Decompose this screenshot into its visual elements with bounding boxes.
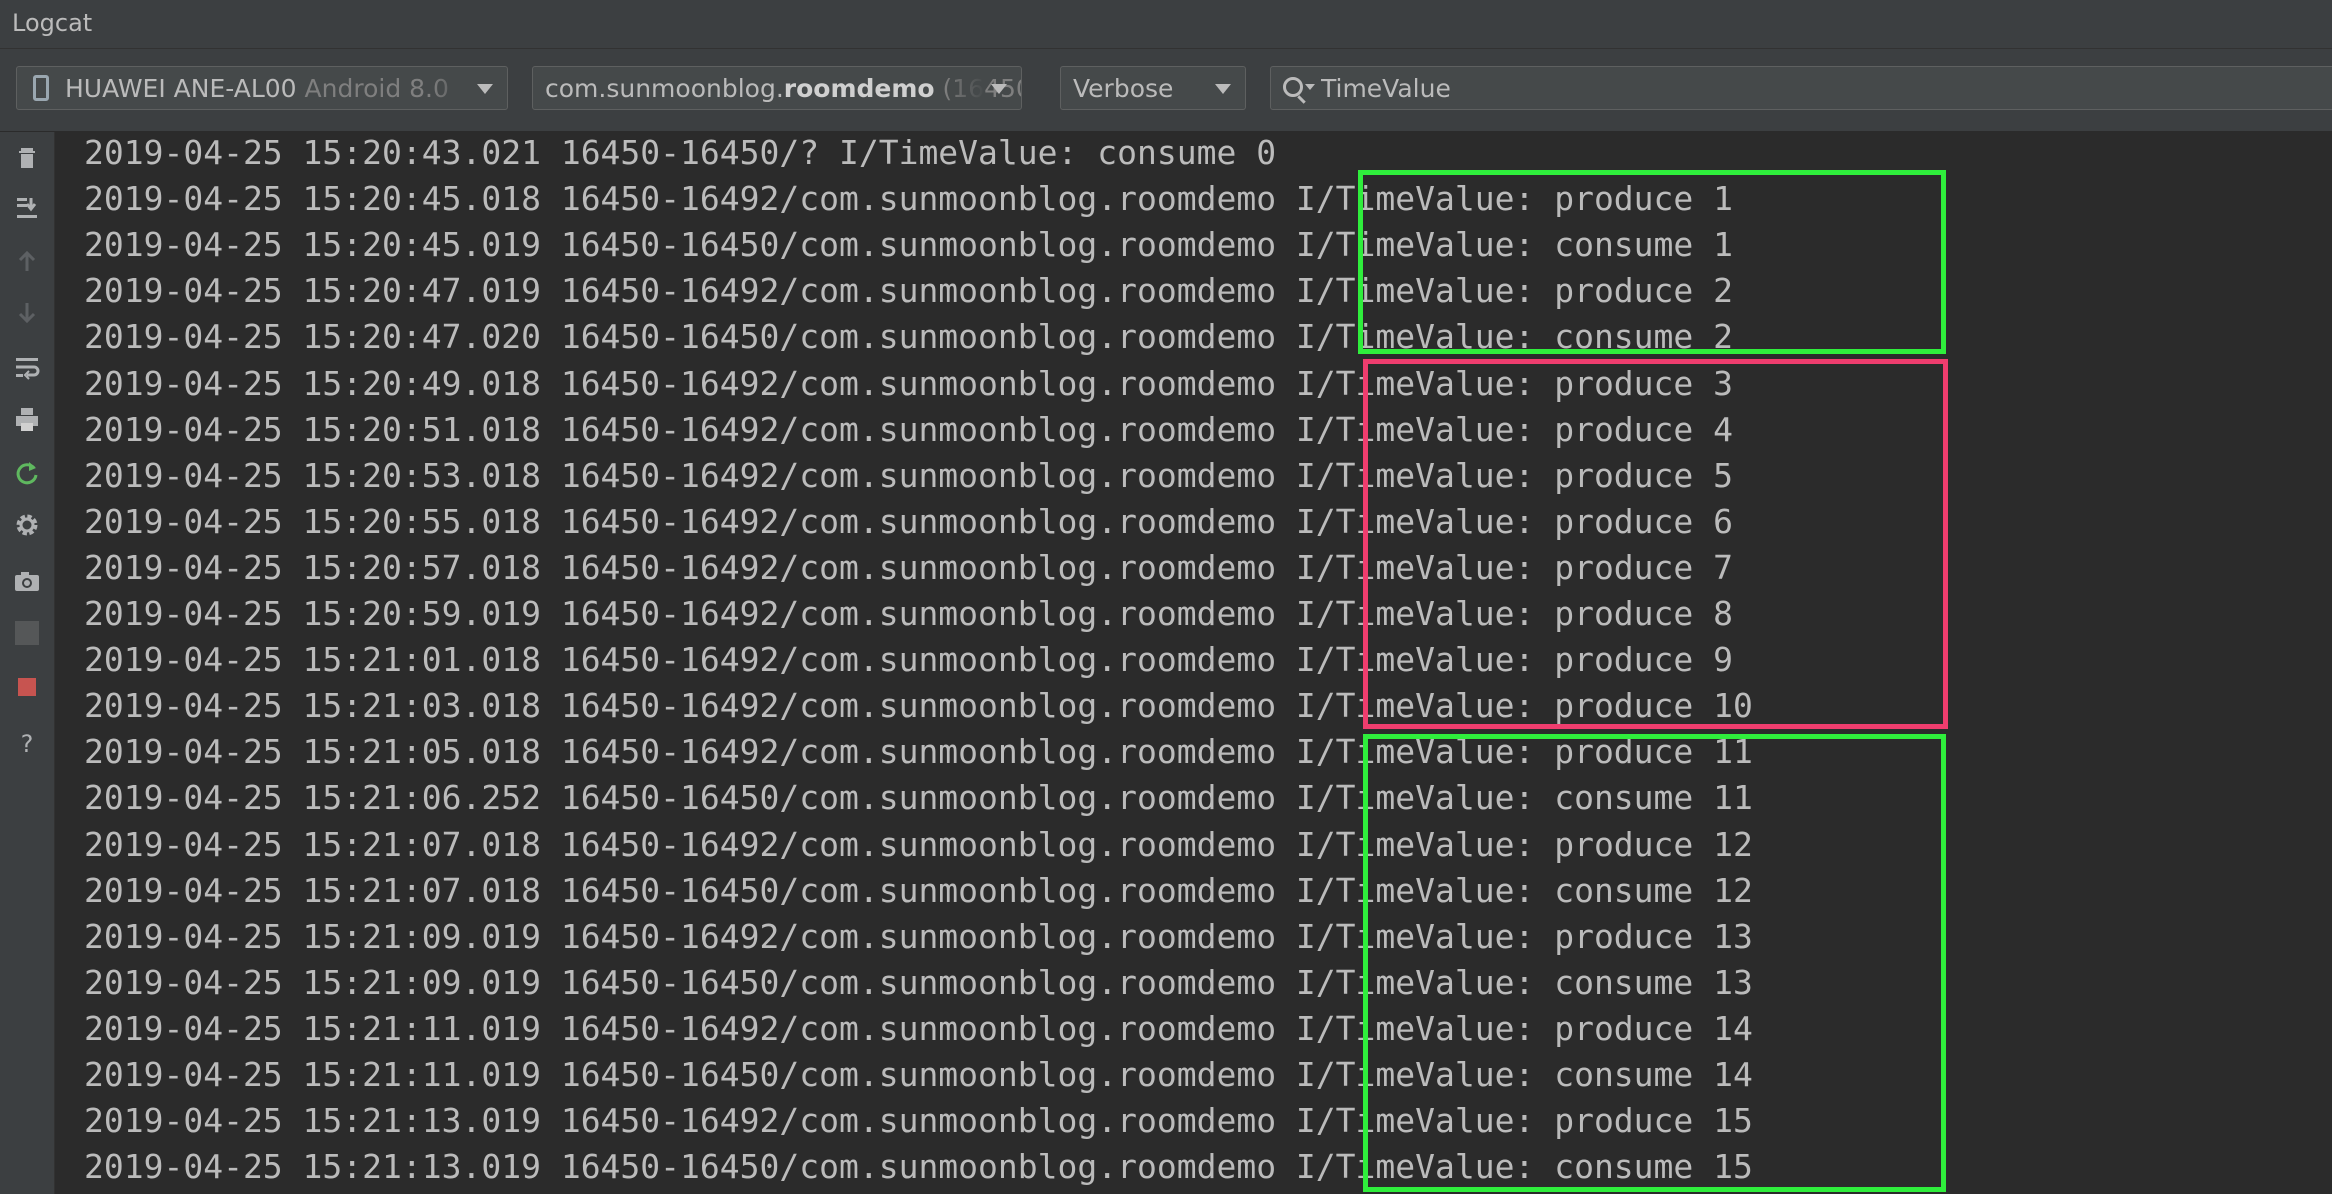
phone-icon [33, 75, 49, 101]
logcat-title-bar: Logcat [0, 0, 2332, 49]
search-history-dropdown-icon[interactable] [1305, 84, 1315, 90]
screen-record-icon[interactable] [12, 618, 42, 648]
help-icon[interactable]: ? [12, 728, 42, 758]
trash-icon[interactable] [12, 142, 42, 172]
process-select[interactable]: com.sunmoonblog.roomdemo (16450) [532, 66, 1022, 110]
chevron-down-icon [477, 84, 493, 94]
arrow-up-icon[interactable] [12, 246, 42, 276]
highlight-box [1358, 170, 1946, 354]
settings-icon[interactable] [12, 510, 42, 540]
print-icon[interactable] [12, 404, 42, 434]
logcat-output[interactable]: 2019-04-25 15:20:43.021 16450-16450/? I/… [56, 132, 2332, 1194]
scroll-to-end-icon[interactable] [12, 192, 42, 222]
highlight-box [1363, 359, 1948, 729]
logcat-side-toolbar: ? [0, 132, 55, 1194]
log-level-select[interactable]: Verbose [1060, 66, 1246, 110]
stop-icon[interactable] [12, 672, 42, 702]
device-select[interactable]: HUAWEI ANE-AL00 Android 8.0 [16, 66, 508, 110]
log-search-box[interactable] [1270, 66, 2332, 110]
soft-wrap-icon[interactable] [12, 352, 42, 382]
screenshot-icon[interactable] [12, 566, 42, 596]
highlight-box [1363, 734, 1946, 1192]
search-input[interactable] [1321, 67, 2321, 109]
log-level-value: Verbose [1073, 74, 1174, 103]
svg-text:?: ? [21, 730, 34, 758]
logcat-toolbar: HUAWEI ANE-AL00 Android 8.0 com.sunmoonb… [0, 49, 2332, 132]
arrow-down-icon[interactable] [12, 298, 42, 328]
process-package-name: roomdemo [783, 74, 935, 103]
chevron-down-icon [1215, 84, 1231, 94]
chevron-down-icon [991, 84, 1007, 94]
device-name: HUAWEI ANE-AL00 [65, 74, 297, 103]
device-android-version: Android 8.0 [304, 74, 449, 103]
search-icon[interactable] [1283, 77, 1303, 97]
restart-icon[interactable] [12, 458, 42, 488]
window-title: Logcat [12, 9, 93, 37]
process-package-prefix: com.sunmoonblog. [545, 74, 784, 103]
log-line: 2019-04-25 15:20:43.021 16450-16450/? I/… [84, 133, 1277, 172]
